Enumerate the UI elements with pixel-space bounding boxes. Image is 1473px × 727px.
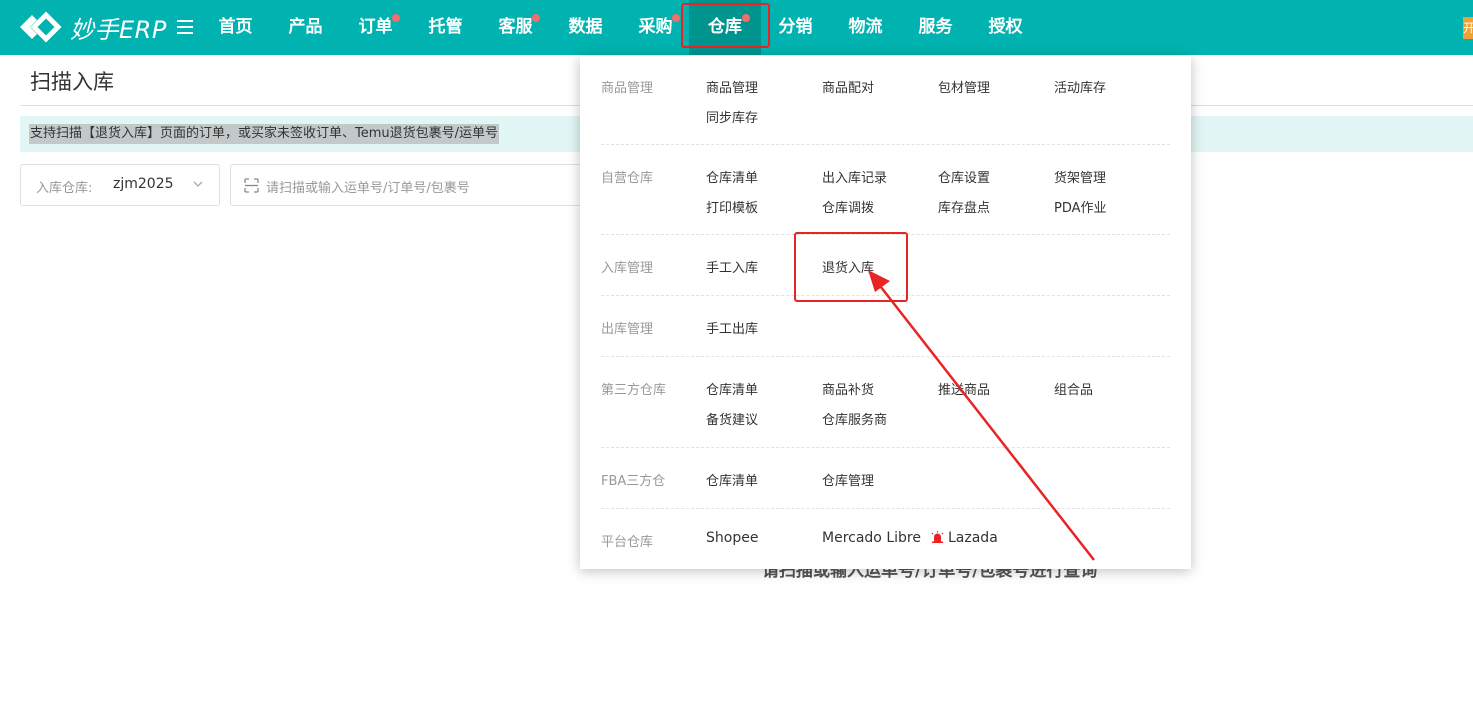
warehouse-dropdown-menu: 商品管理 商品管理 商品配对 包材管理 活动库存 同步库存 自营仓库 仓库清单 …: [580, 56, 1191, 569]
menu-link-packaging[interactable]: 包材管理: [938, 77, 990, 96]
menu-section-third-party: 第三方仓库 仓库清单 商品补货 推送商品 组合品 备货建议 仓库服务商: [601, 379, 1170, 439]
logo-text: 妙手ERP: [70, 15, 167, 44]
menu-link-warehouse-list[interactable]: 仓库清单: [706, 470, 758, 489]
nav-orders[interactable]: 订单: [348, 0, 403, 55]
nav-home[interactable]: 首页: [208, 0, 263, 55]
menu-link-product-pairing[interactable]: 商品配对: [822, 77, 874, 96]
menu-link-sync-stock[interactable]: 同步库存: [706, 107, 758, 126]
scan-placeholder: 请扫描或输入运单号/订单号/包裹号: [266, 181, 470, 196]
scan-icon: [244, 178, 259, 193]
nav-products[interactable]: 产品: [278, 0, 333, 55]
menu-link-warehouse-list[interactable]: 仓库清单: [706, 167, 758, 186]
menu-link-stocking-advice[interactable]: 备货建议: [706, 409, 758, 428]
nav-services[interactable]: 服务: [908, 0, 963, 55]
menu-divider: [601, 356, 1170, 357]
menu-section-platform: 平台仓库 Shopee Mercado Libre Lazada: [601, 530, 1170, 560]
menu-section-title: 第三方仓库: [601, 383, 667, 398]
nav-managed[interactable]: 托管: [418, 0, 473, 55]
menu-link-mercado-libre[interactable]: Mercado Libre: [822, 530, 921, 546]
notification-dot: [532, 14, 540, 22]
nav-data[interactable]: 数据: [558, 0, 613, 55]
chevron-down-icon: [193, 181, 203, 187]
menu-link-warehouse-providers[interactable]: 仓库服务商: [822, 409, 887, 428]
menu-link-replenishment[interactable]: 商品补货: [822, 379, 874, 398]
menu-link-push-products[interactable]: 推送商品: [938, 379, 990, 398]
menu-link-warehouse-settings[interactable]: 仓库设置: [938, 167, 990, 186]
menu-section-title: 自营仓库: [601, 171, 654, 186]
menu-toggle-icon[interactable]: [177, 20, 193, 34]
menu-divider: [601, 144, 1170, 145]
scan-input[interactable]: 请扫描或输入运单号/订单号/包裹号: [230, 164, 590, 206]
menu-link-stocktaking[interactable]: 库存盘点: [938, 197, 990, 216]
top-nav-bar: 妙手ERP 首页 产品 订单 托管 客服 数据 采购 仓库 分销 物流 服务 授…: [0, 0, 1473, 55]
menu-section-title: FBA三方仓: [601, 474, 666, 489]
notification-dot: [672, 14, 680, 22]
alarm-icon: [931, 531, 944, 543]
menu-link-shopee[interactable]: Shopee: [706, 530, 758, 546]
menu-section-outbound: 出库管理 手工出库: [601, 318, 1170, 348]
menu-link-shelf-management[interactable]: 货架管理: [1054, 167, 1106, 186]
logo-mark-icon: [20, 11, 62, 43]
warehouse-label: 入库仓库:: [36, 181, 93, 196]
menu-link-pda-operations[interactable]: PDA作业: [1054, 197, 1107, 216]
menu-link-product-management[interactable]: 商品管理: [706, 77, 758, 96]
notification-dot: [392, 14, 400, 22]
menu-section-title: 入库管理: [601, 261, 654, 276]
menu-section-own-warehouse: 自营仓库 仓库清单 出入库记录 仓库设置 货架管理 打印模板 仓库调拨 库存盘点…: [601, 167, 1170, 227]
menu-link-lazada[interactable]: Lazada: [931, 530, 998, 546]
menu-section-title: 出库管理: [601, 322, 654, 337]
menu-section-title: 商品管理: [601, 81, 654, 96]
corner-badge[interactable]: 开: [1463, 17, 1473, 39]
menu-link-manual-inbound[interactable]: 手工入库: [706, 257, 758, 276]
menu-section-product-management: 商品管理 商品管理 商品配对 包材管理 活动库存 同步库存: [601, 77, 1170, 137]
nav-customer-service[interactable]: 客服: [488, 0, 543, 55]
notice-text: 支持扫描【退货入库】页面的订单，或买家未签收订单、Temu退货包裹号/运单号: [29, 124, 500, 144]
nav-authorization[interactable]: 授权: [978, 0, 1033, 55]
menu-divider: [601, 447, 1170, 448]
menu-link-warehouse-transfer[interactable]: 仓库调拨: [822, 197, 874, 216]
nav-purchase[interactable]: 采购: [628, 0, 683, 55]
nav-logistics[interactable]: 物流: [838, 0, 893, 55]
nav-distribution[interactable]: 分销: [768, 0, 823, 55]
menu-link-campaign-stock[interactable]: 活动库存: [1054, 77, 1106, 96]
menu-section-fba: FBA三方仓 仓库清单 仓库管理: [601, 470, 1170, 500]
warehouse-select[interactable]: 入库仓库: zjm2025: [20, 164, 220, 206]
menu-link-warehouse-management[interactable]: 仓库管理: [822, 470, 874, 489]
menu-link-stock-records[interactable]: 出入库记录: [822, 167, 887, 186]
annotation-highlight-nav: [681, 3, 770, 48]
page-title: 扫描入库: [30, 70, 114, 94]
menu-link-warehouse-list[interactable]: 仓库清单: [706, 379, 758, 398]
menu-section-title: 平台仓库: [601, 535, 654, 550]
warehouse-value: zjm2025: [113, 176, 174, 192]
menu-link-print-templates[interactable]: 打印模板: [706, 197, 758, 216]
logo[interactable]: 妙手ERP: [20, 10, 167, 44]
annotation-highlight-return-inbound: [794, 232, 908, 302]
menu-divider: [601, 508, 1170, 509]
menu-link-manual-outbound[interactable]: 手工出库: [706, 318, 758, 337]
menu-link-bundles[interactable]: 组合品: [1054, 379, 1093, 398]
